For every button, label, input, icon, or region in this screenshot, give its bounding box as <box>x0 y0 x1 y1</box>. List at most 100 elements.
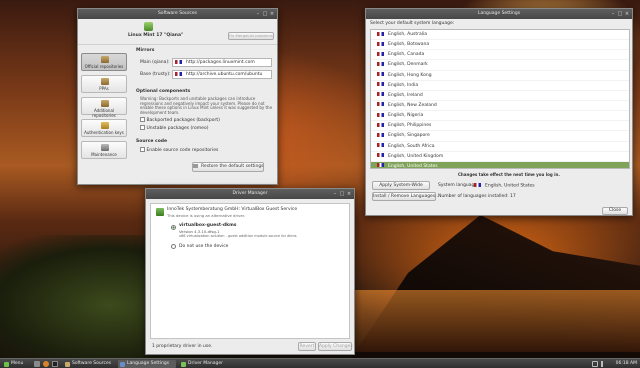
driver-manager-titlebar[interactable]: Driver Manager – □ × <box>146 189 354 199</box>
close-icon[interactable]: × <box>346 191 352 197</box>
revert-button[interactable]: Revert <box>298 342 316 351</box>
task-driver-manager[interactable]: Driver Manager <box>179 360 229 368</box>
flag-icon <box>377 163 384 168</box>
language-row[interactable]: English, New Zealand <box>371 101 629 112</box>
language-name: English, India <box>388 82 419 88</box>
maximize-icon[interactable]: □ <box>262 11 268 17</box>
backported-option[interactable]: Backported packages (backport) <box>140 117 220 123</box>
close-icon[interactable]: × <box>624 11 630 17</box>
sources-header: Linux Mint 17 "Qiana" Fix MergeList prob… <box>78 19 277 45</box>
minimize-icon[interactable]: – <box>332 191 338 197</box>
language-name: English, Philippines <box>388 123 432 129</box>
task-software-sources[interactable]: Software Sources <box>63 360 115 368</box>
menu-button[interactable]: Menu <box>2 360 23 368</box>
language-row[interactable]: English, Nigeria <box>371 111 629 122</box>
language-row[interactable]: English, Denmark <box>371 60 629 71</box>
volume-icon[interactable] <box>601 361 607 367</box>
restart-note: Changes take effect the next time you lo… <box>458 172 560 177</box>
device-chip-icon <box>156 208 164 216</box>
flag-icon <box>377 92 384 97</box>
sidebar-item-authentication-keys[interactable]: Authentication keys <box>81 119 127 137</box>
source-code-checkbox[interactable] <box>140 147 145 152</box>
close-icon[interactable]: × <box>269 11 275 17</box>
sidebar-item-official-repositories[interactable]: Official repositories <box>81 53 127 71</box>
backported-checkbox[interactable] <box>140 117 145 122</box>
unstable-option[interactable]: Unstable packages (romeo) <box>140 125 208 131</box>
driver-radio-selected[interactable] <box>171 225 176 230</box>
language-row[interactable]: English, Singapore <box>371 131 629 142</box>
language-name: English, Hong Kong <box>388 72 432 78</box>
flag-icon <box>175 71 182 76</box>
language-row[interactable]: English, India <box>371 81 629 91</box>
flag-icon <box>377 112 384 117</box>
driver-list: InnoTek Systemberatung GmbH: VirtualBox … <box>150 203 350 339</box>
restore-icon <box>193 163 198 168</box>
sources-sidebar: Official repositories PPAs Additional re… <box>78 45 130 185</box>
language-row[interactable]: English, South Africa <box>371 142 629 152</box>
tools-icon <box>101 144 109 151</box>
language-row[interactable]: English, Ireland <box>371 91 629 101</box>
main-mirror-field[interactable]: http://packages.linuxmint.com <box>172 58 272 67</box>
minimize-icon[interactable]: – <box>610 11 616 17</box>
do-not-use-radio[interactable] <box>171 244 176 249</box>
language-row[interactable]: English, Australia <box>371 30 629 41</box>
software-sources-titlebar[interactable]: Software Sources – □ × <box>78 9 277 19</box>
show-desktop-icon[interactable] <box>34 361 40 367</box>
maximize-icon[interactable]: □ <box>617 11 623 17</box>
mint-logo-icon <box>144 22 153 31</box>
flag-icon <box>377 72 384 77</box>
fix-mergelist-button[interactable]: Fix MergeList problems <box>228 32 274 40</box>
restore-defaults-button[interactable]: Restore the default settings <box>192 162 264 172</box>
mint-menu-icon <box>4 361 9 367</box>
clock[interactable]: 06:18 AM <box>616 361 637 366</box>
minimize-icon[interactable]: – <box>255 11 261 17</box>
language-settings-icon <box>120 361 125 367</box>
sidebar-item-additional-repositories[interactable]: Additional repositories <box>81 97 127 118</box>
task-language-settings[interactable]: Language Settings <box>118 360 176 368</box>
driver-manager-icon <box>181 361 186 367</box>
language-row[interactable]: English, Botswana <box>371 40 629 51</box>
box-icon <box>101 78 109 85</box>
software-sources-icon <box>65 361 70 367</box>
sidebar-item-ppas[interactable]: PPAs <box>81 75 127 93</box>
language-name: English, Canada <box>388 52 425 58</box>
flag-icon <box>377 31 384 36</box>
language-name: English, Denmark <box>388 62 428 68</box>
driver-status: 1 proprietary driver in use. <box>152 344 213 349</box>
sidebar-item-maintenance[interactable]: Maintenance <box>81 141 127 159</box>
box-icon <box>101 56 109 63</box>
language-settings-titlebar[interactable]: Language Settings – □ × <box>366 9 632 19</box>
language-row[interactable]: English, United Kingdom <box>371 152 629 162</box>
maximize-icon[interactable]: □ <box>339 191 345 197</box>
main-mirror-label: Main (qiana): <box>140 60 170 65</box>
flag-icon <box>377 51 384 56</box>
flag-icon <box>377 143 384 148</box>
source-code-option[interactable]: Enable source code repositories <box>140 147 218 153</box>
flag-icon <box>377 61 384 66</box>
close-button[interactable]: Close <box>602 207 628 215</box>
sources-content: Mirrors Main (qiana): http://packages.li… <box>132 45 277 185</box>
flag-icon <box>377 102 384 107</box>
language-row[interactable]: English, United States <box>371 161 629 168</box>
source-code-heading: Source code <box>136 139 168 144</box>
window-title: Driver Manager <box>232 191 268 196</box>
base-mirror-field[interactable]: http://archive.ubuntu.com/ubuntu <box>172 70 272 79</box>
driver-description: x86 virtualization solution - guest addi… <box>179 234 297 238</box>
flag-icon <box>377 153 384 158</box>
unstable-checkbox[interactable] <box>140 125 145 130</box>
apply-changes-button[interactable]: Apply Changes <box>318 342 353 351</box>
language-row[interactable]: English, Hong Kong <box>371 71 629 81</box>
install-remove-languages-button[interactable]: Install / Remove Languages... <box>372 192 439 201</box>
installed-languages-count: Number of languages installed: 17 <box>438 194 516 199</box>
network-icon[interactable] <box>592 361 598 367</box>
language-list[interactable]: English, Australia English, Botswana Engli… <box>370 29 630 169</box>
optional-warning-text: Warning: Backports and unstable packages… <box>140 96 273 115</box>
driver-name: virtualbox-guest-dkms <box>179 223 237 228</box>
language-settings-window: Language Settings – □ × Select your defa… <box>365 8 633 216</box>
language-row[interactable]: English, Philippines <box>371 121 629 132</box>
flag-icon <box>377 132 384 137</box>
language-row[interactable]: English, Canada <box>371 50 629 61</box>
firefox-launcher-icon[interactable] <box>43 361 49 367</box>
terminal-launcher-icon[interactable] <box>52 361 58 367</box>
apply-system-wide-button[interactable]: Apply System-Wide <box>372 181 430 190</box>
